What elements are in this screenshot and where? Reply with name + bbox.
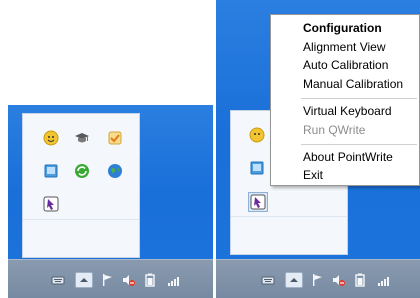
book-icon[interactable] [42, 162, 60, 180]
volume-muted-icon[interactable] [121, 272, 137, 288]
book-icon[interactable] [248, 159, 266, 177]
menu-item-exit[interactable]: Exit [303, 168, 323, 182]
overflow-divider [231, 216, 347, 217]
pointwrite-icon[interactable] [42, 195, 60, 213]
volume-muted-icon[interactable] [331, 272, 347, 288]
sync-icon[interactable] [73, 162, 91, 180]
pointwrite-icon[interactable] [248, 192, 268, 212]
show-hidden-icons-button[interactable] [285, 272, 303, 288]
power-icon[interactable] [142, 272, 158, 288]
overflow-divider [23, 219, 139, 220]
task-icon[interactable] [106, 129, 124, 147]
show-hidden-icons-button[interactable] [75, 272, 93, 288]
notification-area-overflow [22, 113, 140, 258]
graduation-cap-icon[interactable] [73, 129, 91, 147]
left-screenshot-panel [8, 105, 213, 298]
signal-icon[interactable] [165, 272, 181, 288]
keyboard-icon[interactable] [50, 272, 66, 288]
menu-item-virtual-keyboard[interactable]: Virtual Keyboard [303, 104, 392, 118]
taskbar [8, 259, 213, 298]
flag-icon[interactable] [310, 272, 326, 288]
taskbar [216, 259, 420, 298]
help-icon[interactable] [42, 129, 60, 147]
menu-separator [301, 144, 417, 145]
menu-item-run-qwrite: Run QWrite [303, 123, 366, 137]
signal-icon[interactable] [375, 272, 391, 288]
keyboard-icon[interactable] [260, 272, 276, 288]
help-icon[interactable] [248, 126, 266, 144]
globe-icon[interactable] [106, 162, 124, 180]
menu-item-auto-calibration[interactable]: Auto Calibration [303, 58, 388, 72]
power-icon[interactable] [352, 272, 368, 288]
menu-separator [301, 98, 417, 99]
pointwrite-context-menu: Configuration Alignment View Auto Calibr… [270, 14, 420, 186]
menu-item-configuration[interactable]: Configuration [303, 21, 382, 35]
menu-item-alignment-view[interactable]: Alignment View [303, 40, 386, 54]
flag-icon[interactable] [100, 272, 116, 288]
menu-item-about-pointwrite[interactable]: About PointWrite [303, 150, 393, 164]
menu-item-manual-calibration[interactable]: Manual Calibration [303, 77, 403, 91]
